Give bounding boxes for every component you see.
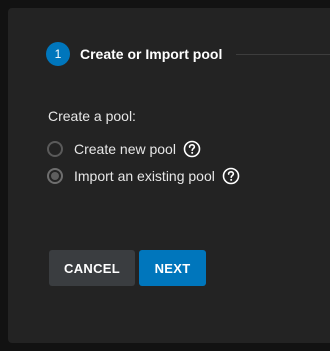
radio-option-import-existing-pool[interactable]: Import an existing pool [47,165,240,187]
step-divider [236,53,330,55]
next-button[interactable]: NEXT [139,250,206,286]
radio-option-create-new-pool[interactable]: Create new pool [47,138,201,160]
help-circle-icon[interactable] [183,140,201,158]
wizard-dialog: 1 Create or Import pool Create a pool: C… [8,8,330,343]
radio-button-create-new-pool[interactable] [47,141,63,157]
help-circle-icon[interactable] [222,167,240,185]
section-label: Create a pool: [48,108,136,124]
cancel-button[interactable]: CANCEL [49,250,135,286]
step-number-badge[interactable]: 1 [46,42,70,66]
radio-label-create-new-pool[interactable]: Create new pool [74,141,176,157]
radio-label-import-existing-pool[interactable]: Import an existing pool [74,168,215,184]
stepper: 1 Create or Import pool [46,41,330,67]
step-label[interactable]: Create or Import pool [80,46,222,62]
radio-button-import-existing-pool[interactable] [47,168,63,184]
